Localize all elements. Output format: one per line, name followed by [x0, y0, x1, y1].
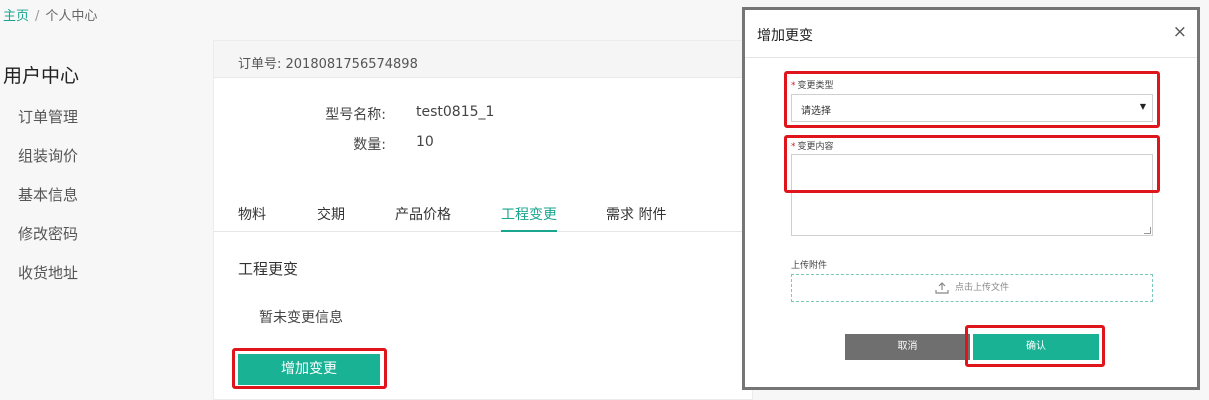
- tab-engineering-change[interactable]: 工程变更: [501, 204, 557, 232]
- order-detail-card: 订单号: 2018081756574898 型号名称: test0815_1 数…: [213, 40, 753, 400]
- tab-delivery[interactable]: 交期: [317, 204, 345, 230]
- sidebar-item-basic-info[interactable]: 基本信息: [18, 184, 78, 205]
- cancel-button[interactable]: 取消: [845, 334, 970, 360]
- breadcrumb: 主页 / 个人中心: [3, 5, 97, 24]
- sidebar-item-assembly-inquiry[interactable]: 组装询价: [18, 145, 78, 166]
- sidebar-item-change-password[interactable]: 修改密码: [18, 223, 78, 244]
- upload-file-area[interactable]: 点击上传文件: [791, 274, 1153, 302]
- dialog-header: 增加更变 ×: [745, 10, 1197, 58]
- confirm-button[interactable]: 确认: [973, 334, 1099, 360]
- change-content-textarea[interactable]: [791, 154, 1153, 236]
- change-type-select[interactable]: 请选择 ▼: [791, 94, 1153, 122]
- change-type-label-text: 变更类型: [797, 81, 834, 91]
- upload-text: 点击上传文件: [954, 283, 1009, 293]
- required-marker: *: [791, 81, 796, 91]
- tab-requirement-attachments[interactable]: 需求 附件: [606, 204, 666, 230]
- chevron-down-icon: ▼: [1139, 102, 1146, 111]
- detail-tabs: 物料 交期 产品价格 工程变更 需求 附件: [214, 201, 752, 232]
- sidebar-title: 用户中心: [3, 65, 80, 87]
- resize-handle-icon[interactable]: [1144, 227, 1151, 234]
- change-type-label: * 变更类型: [791, 78, 834, 91]
- change-content-label: * 变更内容: [791, 139, 834, 152]
- model-name-value: test0815_1: [416, 104, 495, 120]
- breadcrumb-home-link[interactable]: 主页: [3, 9, 29, 24]
- quantity-label: 数量:: [353, 137, 386, 153]
- add-change-button[interactable]: 增加变更: [238, 354, 380, 385]
- upload-icon: [935, 281, 949, 294]
- sidebar-item-shipping-address[interactable]: 收货地址: [18, 262, 78, 283]
- engineering-section-title: 工程更变: [238, 260, 299, 278]
- attachment-label: 上传附件: [791, 261, 828, 271]
- model-name-label: 型号名称:: [325, 107, 386, 123]
- quantity-value: 10: [416, 134, 434, 150]
- change-type-value: 请选择: [801, 106, 831, 117]
- order-number-bar: 订单号: 2018081756574898: [214, 41, 752, 78]
- sidebar-item-orders[interactable]: 订单管理: [18, 106, 78, 127]
- dialog-title: 增加更变: [757, 28, 813, 44]
- add-change-dialog: 增加更变 × * 变更类型 请选择 ▼ * 变更内容 上传附件 点击上传文件 取消 …: [742, 7, 1200, 390]
- breadcrumb-current: 个人中心: [45, 9, 98, 24]
- required-marker: *: [791, 142, 796, 152]
- tab-materials[interactable]: 物料: [238, 204, 266, 230]
- tab-product-price[interactable]: 产品价格: [395, 204, 451, 230]
- empty-change-message: 暂未变更信息: [259, 310, 343, 326]
- breadcrumb-separator: /: [35, 9, 40, 24]
- change-content-label-text: 变更内容: [797, 142, 834, 152]
- close-icon[interactable]: ×: [1173, 22, 1187, 42]
- order-number: 订单号: 2018081756574898: [238, 57, 418, 72]
